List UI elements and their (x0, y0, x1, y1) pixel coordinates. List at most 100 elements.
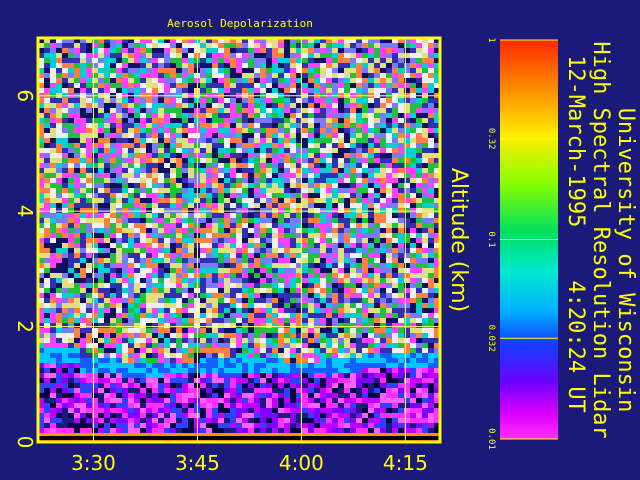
heatmap-cell (158, 48, 164, 53)
heatmap-cell (290, 118, 296, 123)
heatmap-cell (56, 198, 62, 203)
heatmap-cell (260, 353, 266, 358)
heatmap-cell (290, 128, 296, 133)
heatmap-cell (290, 168, 296, 173)
heatmap-cell (92, 88, 98, 93)
heatmap-cell (200, 218, 206, 223)
heatmap-cell (152, 58, 158, 63)
heatmap-cell (374, 153, 380, 158)
heatmap-cell (224, 208, 230, 213)
heatmap-cell (302, 48, 308, 53)
heatmap-cell (326, 298, 332, 303)
heatmap-cell (68, 353, 74, 358)
heatmap-cell (302, 213, 308, 218)
heatmap-cell (98, 128, 104, 133)
heatmap-cell (80, 143, 86, 148)
heatmap-cell (206, 83, 212, 88)
heatmap-cell (344, 378, 350, 383)
heatmap-cell (86, 138, 92, 143)
heatmap-cell (56, 328, 62, 333)
heatmap-cell (380, 403, 386, 408)
heatmap-cell (326, 288, 332, 293)
heatmap-cell (110, 143, 116, 148)
heatmap-cell (266, 303, 272, 308)
heatmap-cell (122, 278, 128, 283)
heatmap-cell (356, 163, 362, 168)
heatmap-cell (290, 263, 296, 268)
heatmap-cell (206, 243, 212, 248)
heatmap-cell (386, 413, 392, 418)
heatmap-cell (164, 313, 170, 318)
heatmap-cell (254, 258, 260, 263)
heatmap-cell (140, 178, 146, 183)
heatmap-cell (242, 218, 248, 223)
heatmap-cell (356, 103, 362, 108)
heatmap-cell (212, 178, 218, 183)
heatmap-cell (278, 223, 284, 228)
heatmap-cell (86, 268, 92, 273)
heatmap-cell (200, 368, 206, 373)
heatmap-cell (164, 318, 170, 323)
heatmap-cell (104, 278, 110, 283)
heatmap-cell (380, 278, 386, 283)
heatmap-cell (356, 388, 362, 393)
heatmap-cell (152, 43, 158, 48)
heatmap-cell (128, 373, 134, 378)
heatmap-cell (170, 218, 176, 223)
heatmap-cell (302, 233, 308, 238)
heatmap-cell (386, 148, 392, 153)
heatmap-cell (326, 88, 332, 93)
heatmap-cell (380, 183, 386, 188)
heatmap-cell (272, 363, 278, 368)
heatmap-cell (386, 373, 392, 378)
heatmap-cell (230, 213, 236, 218)
heatmap-cell (326, 233, 332, 238)
heatmap-cell (110, 373, 116, 378)
heatmap-cell (110, 278, 116, 283)
heatmap-cell (206, 278, 212, 283)
heatmap-cell (110, 363, 116, 368)
heatmap-cell (56, 68, 62, 73)
heatmap-cell (362, 293, 368, 298)
heatmap-cell (386, 223, 392, 228)
heatmap-cell (74, 198, 80, 203)
heatmap-cell (62, 248, 68, 253)
heatmap-cell (278, 323, 284, 328)
heatmap-cell (158, 218, 164, 223)
heatmap-cell (356, 333, 362, 338)
heatmap-cell (44, 313, 50, 318)
heatmap-cell (188, 278, 194, 283)
heatmap-cell (284, 138, 290, 143)
heatmap-cell (68, 133, 74, 138)
heatmap-cell (170, 163, 176, 168)
heatmap-cell (320, 363, 326, 368)
heatmap-cell (386, 208, 392, 213)
heatmap-cell (122, 123, 128, 128)
heatmap-cell (200, 73, 206, 78)
heatmap-cell (362, 43, 368, 48)
heatmap-cell (350, 68, 356, 73)
heatmap-cell (170, 348, 176, 353)
heatmap-cell (398, 253, 404, 258)
heatmap-cell (272, 108, 278, 113)
heatmap-cell (302, 328, 308, 333)
heatmap-cell (182, 58, 188, 63)
heatmap-cell (188, 228, 194, 233)
heatmap-cell (266, 233, 272, 238)
heatmap-cell (170, 378, 176, 383)
heatmap-cell (50, 393, 56, 398)
heatmap-cell (164, 218, 170, 223)
heatmap-cell (248, 288, 254, 293)
heatmap-cell (86, 223, 92, 228)
heatmap-cell (164, 163, 170, 168)
heatmap-cell (380, 83, 386, 88)
heatmap-cell (368, 318, 374, 323)
heatmap-cell (86, 428, 92, 433)
heatmap-cell (158, 173, 164, 178)
heatmap-cell (368, 138, 374, 143)
heatmap-cell (122, 408, 128, 413)
heatmap-cell (62, 58, 68, 63)
heatmap-cell (260, 63, 266, 68)
heatmap-cell (206, 368, 212, 373)
heatmap-cell (134, 223, 140, 228)
